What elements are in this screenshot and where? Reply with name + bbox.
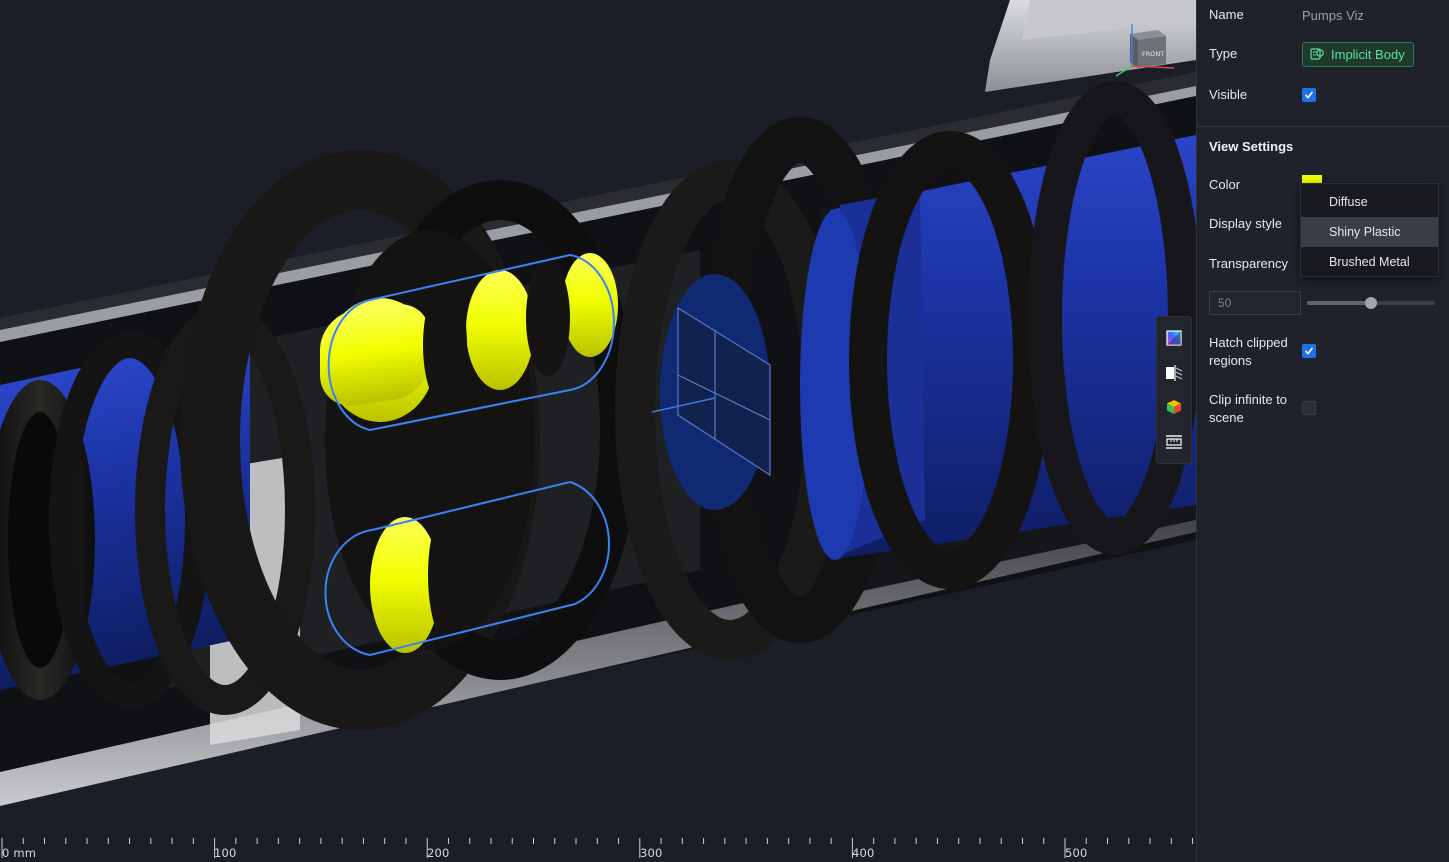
ruler-label-400: 400 [852,846,875,860]
color-gradient-icon[interactable] [1160,324,1188,352]
display-style-label: Display style [1209,216,1282,231]
transparency-label: Transparency [1209,256,1288,271]
ruler: 0 mm 100 200 300 400 500 [0,836,1196,862]
color-swatch[interactable] [1302,175,1322,183]
hatch-label-line1: Hatch clipped [1209,335,1288,350]
app-root: FRONT 0 mm 100 200 300 400 500 Name Pump… [0,0,1449,862]
clip-label-line2: scene [1209,410,1244,425]
section-divider [1197,126,1449,127]
ruler-ticks [1,838,1194,858]
implicit-body-icon [1310,48,1324,60]
ruler-label-200: 200 [427,846,450,860]
clip-label: Clip infinite to scene [1209,391,1302,427]
checkmark-icon [1304,347,1314,355]
ruler-label-500: 500 [1065,846,1088,860]
type-value: Implicit Body [1331,46,1405,62]
view-cube-face-label: FRONT [1142,50,1164,58]
visible-row: Visible [1209,86,1439,104]
visible-label: Visible [1209,87,1248,102]
type-badge[interactable]: Implicit Body [1302,41,1414,67]
pump-assembly-render[interactable] [0,0,1196,862]
name-label: Name [1209,7,1244,22]
type-label: Type [1209,46,1238,61]
transparency-input[interactable] [1209,291,1301,315]
display-style-dropdown: Diffuse Shiny Plastic Brushed Metal [1300,183,1439,277]
color-label: Color [1209,177,1241,192]
properties-panel: Name Pumps Viz Type Implicit Body Visibl… [1196,0,1449,862]
view-cube[interactable]: FRONT [1110,22,1182,82]
name-value: Pumps Viz [1302,7,1364,23]
slider-thumb[interactable] [1365,297,1377,309]
clip-checkbox[interactable] [1302,401,1316,415]
ruler-label-0: 0 mm [2,846,37,860]
hatch-label-line2: regions [1209,353,1252,368]
slider-fill [1307,301,1371,305]
view-settings-title: View Settings [1209,139,1294,154]
name-row: Name Pumps Viz [1209,6,1439,24]
section-view-icon[interactable] [1160,359,1188,387]
visible-checkbox[interactable] [1302,88,1316,102]
ruler-label-300: 300 [640,846,663,860]
type-row: Type Implicit Body [1209,41,1439,67]
3d-viewport[interactable]: FRONT 0 mm 100 200 300 400 500 [0,0,1196,862]
hatch-row: Hatch clipped regions [1209,334,1439,372]
hatch-checkbox[interactable] [1302,344,1316,358]
dropdown-option-diffuse[interactable]: Diffuse [1301,187,1438,217]
checkmark-icon [1304,91,1314,99]
dropdown-option-brushed-metal[interactable]: Brushed Metal [1301,247,1438,277]
viewport-toolbar [1156,316,1192,464]
colored-cube-icon[interactable] [1160,393,1188,421]
clip-row: Clip infinite to scene [1209,391,1439,429]
dropdown-option-shiny-plastic[interactable]: Shiny Plastic [1301,217,1438,247]
ruler-label-100: 100 [214,846,237,860]
clip-label-line1: Clip infinite to [1209,392,1288,407]
transparency-slider[interactable] [1307,297,1435,309]
measure-icon[interactable] [1160,428,1188,456]
hatch-label: Hatch clipped regions [1209,334,1302,370]
